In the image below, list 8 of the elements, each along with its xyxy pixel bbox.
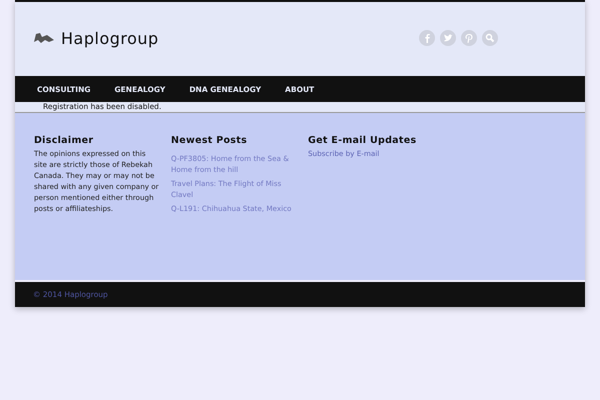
pinterest-icon[interactable]	[461, 30, 477, 46]
widget-title: Newest Posts	[171, 135, 248, 146]
site-title[interactable]: Haplogroup	[61, 28, 159, 48]
facebook-icon[interactable]	[419, 30, 435, 46]
twitter-icon[interactable]	[440, 30, 456, 46]
widget-title: Disclaimer	[34, 135, 94, 146]
search-icon[interactable]	[482, 30, 498, 46]
widget-title: Get E-mail Updates	[308, 135, 418, 146]
